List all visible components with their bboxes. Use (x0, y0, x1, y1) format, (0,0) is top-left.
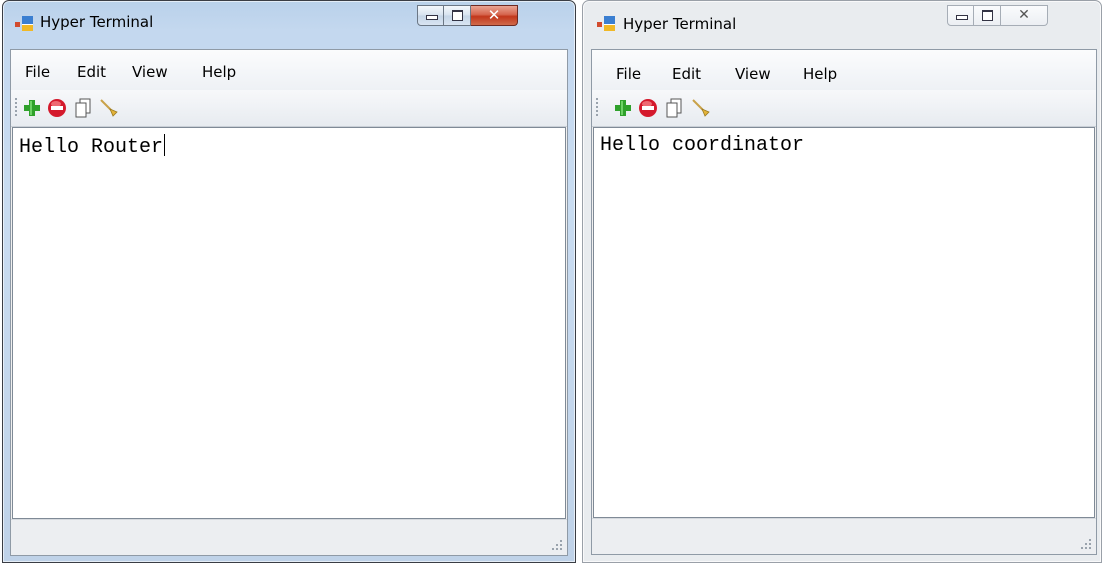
menu-bar: File Edit View Help (11, 50, 567, 90)
menu-view[interactable]: View (735, 65, 771, 83)
status-bar (11, 519, 567, 555)
caption-buttons: ✕ (417, 5, 518, 27)
remove-icon[interactable] (637, 97, 659, 119)
menu-file[interactable]: File (25, 63, 50, 81)
maximize-icon (452, 10, 463, 21)
menu-view[interactable]: View (132, 63, 168, 81)
add-icon[interactable] (21, 97, 43, 119)
title-bar[interactable]: Hyper Terminal ✕ (3, 1, 575, 41)
toolbar-grip[interactable] (15, 98, 17, 118)
resize-grip-icon[interactable] (551, 539, 563, 551)
menu-bar: File Edit View Help (592, 50, 1096, 90)
window-client-area: File Edit View Help H (591, 49, 1097, 555)
menu-file[interactable]: File (616, 65, 641, 83)
status-bar (592, 518, 1096, 554)
menu-help[interactable]: Help (202, 63, 236, 81)
app-icon (15, 16, 33, 31)
minimize-button[interactable] (417, 5, 444, 26)
minimize-button[interactable] (947, 5, 974, 26)
close-button[interactable]: ✕ (471, 5, 518, 26)
window-title: Hyper Terminal (40, 13, 154, 31)
clear-brush-icon[interactable] (690, 97, 712, 119)
toolbar-grip[interactable] (596, 98, 598, 118)
minimize-icon (426, 15, 438, 20)
maximize-button[interactable] (974, 5, 1001, 26)
toolbar (11, 90, 567, 127)
window-client-area: File Edit View Help H (10, 49, 568, 556)
copy-icon[interactable] (663, 97, 685, 119)
terminal-text: Hello Router (19, 134, 166, 159)
toolbar (592, 90, 1096, 127)
remove-icon[interactable] (46, 97, 68, 119)
terminal-line: Hello Router (19, 136, 164, 159)
maximize-button[interactable] (444, 5, 471, 26)
maximize-icon (982, 10, 993, 21)
close-button[interactable]: ✕ (1001, 5, 1048, 26)
close-icon: ✕ (487, 6, 501, 24)
menu-help[interactable]: Help (803, 65, 837, 83)
terminal-line: Hello coordinator (600, 134, 805, 157)
app-icon (597, 16, 615, 31)
title-bar[interactable]: Hyper Terminal ✕ (583, 1, 1101, 41)
copy-icon[interactable] (72, 97, 94, 119)
text-cursor (164, 134, 166, 156)
menu-edit[interactable]: Edit (77, 63, 106, 81)
terminal-output[interactable]: Hello coordinator (593, 127, 1095, 518)
window-title: Hyper Terminal (623, 15, 737, 33)
hyper-terminal-window-router[interactable]: Hyper Terminal ✕ File Edit View Help Hel… (2, 0, 576, 563)
menu-edit[interactable]: Edit (672, 65, 701, 83)
minimize-icon (956, 15, 968, 20)
resize-grip-icon[interactable] (1080, 538, 1092, 550)
add-icon[interactable] (612, 97, 634, 119)
clear-brush-icon[interactable] (98, 97, 120, 119)
hyper-terminal-window-coordinator[interactable]: Hyper Terminal ✕ File Edit View Help Hel… (582, 0, 1102, 563)
close-icon: ✕ (1018, 7, 1030, 23)
terminal-output[interactable]: Hello Router (12, 127, 566, 519)
caption-buttons: ✕ (947, 5, 1048, 27)
